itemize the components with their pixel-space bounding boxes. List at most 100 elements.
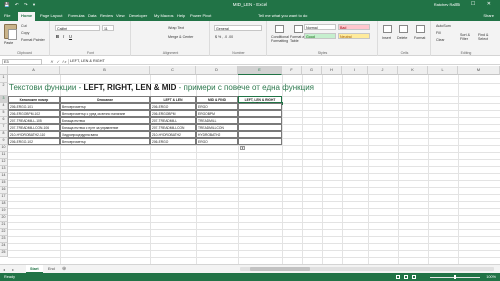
cut-button[interactable]: Cut xyxy=(21,24,27,28)
row-header[interactable]: 19 xyxy=(0,208,8,215)
style-normal[interactable]: Normal xyxy=(304,24,336,30)
table-cell[interactable]: TREADMILLCON xyxy=(196,124,238,131)
row-header[interactable]: 17 xyxy=(0,194,8,201)
column-header[interactable]: K xyxy=(398,66,428,75)
copy-button[interactable]: Copy xyxy=(21,31,29,35)
row-header[interactable]: 5 xyxy=(0,110,8,117)
italic-button[interactable]: I xyxy=(63,34,64,39)
tab-power-pivot[interactable]: Power Pivot xyxy=(190,13,211,18)
row-header[interactable]: 9 xyxy=(0,138,8,145)
table-cell[interactable]: 207-TREADMILLCON-106 xyxy=(8,124,60,131)
table-cell[interactable]: 207-TREADMILL xyxy=(150,117,196,124)
merge-center-button[interactable]: Merge & Center xyxy=(168,35,193,39)
tab-view[interactable]: View xyxy=(116,13,125,18)
row-header[interactable]: 22 xyxy=(0,229,8,236)
tell-me-search[interactable]: Tell me what you want to do xyxy=(258,13,307,18)
table-cell[interactable]: 206-ERGO-101 xyxy=(8,103,60,110)
table-cell[interactable] xyxy=(238,124,282,131)
row-header[interactable]: 1 xyxy=(0,75,8,83)
format-cells-icon[interactable] xyxy=(416,25,425,33)
row-header[interactable]: 25 xyxy=(0,250,8,257)
table-cell[interactable] xyxy=(238,138,282,145)
sheet-tab-end[interactable]: End xyxy=(44,265,59,273)
row-header[interactable]: 11 xyxy=(0,152,8,159)
row-header[interactable]: 2 xyxy=(0,83,8,96)
column-header[interactable]: A xyxy=(8,66,60,75)
format-as-table-icon[interactable] xyxy=(294,25,303,33)
table-cell[interactable] xyxy=(238,103,282,110)
window-controls[interactable]: — ☐ ✕ xyxy=(455,1,496,7)
sort-filter-button[interactable]: Sort & Filter xyxy=(460,33,474,41)
row-header[interactable]: 4 xyxy=(0,103,8,110)
tab-data[interactable]: Data xyxy=(88,13,96,18)
table-header-cell[interactable]: MID & FIND xyxy=(196,96,238,103)
table-cell[interactable]: Велоергометър xyxy=(60,138,150,145)
style-neutral[interactable]: Neutral xyxy=(338,33,370,39)
format-painter-button[interactable]: Format Painter xyxy=(21,38,45,42)
tab-home[interactable]: Home xyxy=(18,12,36,21)
name-box[interactable]: E3 xyxy=(2,58,42,65)
page-layout-view-icon[interactable] xyxy=(404,275,408,279)
column-header[interactable]: C xyxy=(150,66,196,75)
row-header[interactable]: 16 xyxy=(0,187,8,194)
table-cell[interactable]: Хидропроцедурна вана xyxy=(60,131,150,138)
column-header[interactable]: L xyxy=(428,66,458,75)
conditional-formatting-button[interactable]: Conditional Formatting xyxy=(271,35,289,43)
table-cell[interactable]: 207-TREADMILLCON xyxy=(150,124,196,131)
table-cell[interactable]: 206-ERGO-102 xyxy=(8,138,60,145)
tab-file[interactable]: File xyxy=(4,13,10,18)
row-header[interactable]: 13 xyxy=(0,166,8,173)
find-select-button[interactable]: Find & Select xyxy=(478,33,496,41)
normal-view-icon[interactable] xyxy=(396,275,400,279)
row-header[interactable]: 21 xyxy=(0,222,8,229)
conditional-formatting-icon[interactable] xyxy=(275,25,284,33)
tab-developer[interactable]: Developer xyxy=(129,13,147,18)
tab-my-macros[interactable]: My Macros xyxy=(154,13,174,18)
page-break-view-icon[interactable] xyxy=(412,275,416,279)
table-cell[interactable]: ERGO xyxy=(196,138,238,145)
column-header[interactable]: J xyxy=(368,66,398,75)
tab-review[interactable]: Review xyxy=(100,13,113,18)
table-cell[interactable] xyxy=(238,131,282,138)
table-cell[interactable]: Велоергометър с уред за вечно налягане xyxy=(60,110,150,117)
paste-options-icon[interactable]: ▾ xyxy=(240,146,245,150)
tab-formulas[interactable]: Formulas xyxy=(68,13,85,18)
table-cell[interactable] xyxy=(238,117,282,124)
delete-button[interactable]: Delete xyxy=(397,36,407,40)
row-header[interactable]: 18 xyxy=(0,201,8,208)
table-cell[interactable]: HYDROBATH2 xyxy=(196,131,238,138)
table-cell[interactable]: 206-ERGOBPM xyxy=(150,110,196,117)
format-button[interactable]: Format xyxy=(414,36,425,40)
table-cell[interactable] xyxy=(238,110,282,117)
tab-page-layout[interactable]: Page Layout xyxy=(40,13,62,18)
row-header[interactable]: 14 xyxy=(0,173,8,180)
style-good[interactable]: Good xyxy=(304,33,336,39)
column-header-selected[interactable]: E xyxy=(238,66,282,75)
number-format-select[interactable]: General xyxy=(214,25,262,31)
sheet-tab-start[interactable]: Start xyxy=(26,265,43,273)
autosum-button[interactable]: AutoSum xyxy=(436,24,451,28)
add-sheet-icon[interactable]: ⊕ xyxy=(62,266,66,272)
column-header[interactable]: H xyxy=(322,66,342,75)
table-header-cell[interactable]: LEFT & LEN xyxy=(150,96,196,103)
column-header[interactable]: G xyxy=(302,66,322,75)
select-all-corner[interactable] xyxy=(0,66,8,75)
row-header[interactable]: 10 xyxy=(0,145,8,152)
font-name-select[interactable]: Calibri xyxy=(55,25,100,31)
table-cell[interactable]: Бягаща пътека xyxy=(60,117,150,124)
row-header-selected[interactable]: 3 xyxy=(0,96,8,103)
row-header[interactable]: 23 xyxy=(0,236,8,243)
table-cell[interactable]: 210-HYDROBATH2-110 xyxy=(8,131,60,138)
table-cell[interactable]: 207-TREADMILL-105 xyxy=(8,117,60,124)
table-cell[interactable]: ERGO xyxy=(196,103,238,110)
table-cell[interactable]: 206-ERGOBPM-102 xyxy=(8,110,60,117)
row-header[interactable]: 7 xyxy=(0,124,8,131)
table-cell[interactable]: Велоергометър xyxy=(60,103,150,110)
bold-button[interactable]: B xyxy=(56,34,59,39)
share-button[interactable]: Share xyxy=(483,13,494,18)
row-header[interactable]: 15 xyxy=(0,180,8,187)
table-cell[interactable]: 206-ERGO xyxy=(150,138,196,145)
paste-button[interactable]: Paste xyxy=(4,41,13,45)
table-header-cell[interactable]: Описание xyxy=(60,96,150,103)
table-cell[interactable]: Бягаща пътека с пулт за управление xyxy=(60,124,150,131)
